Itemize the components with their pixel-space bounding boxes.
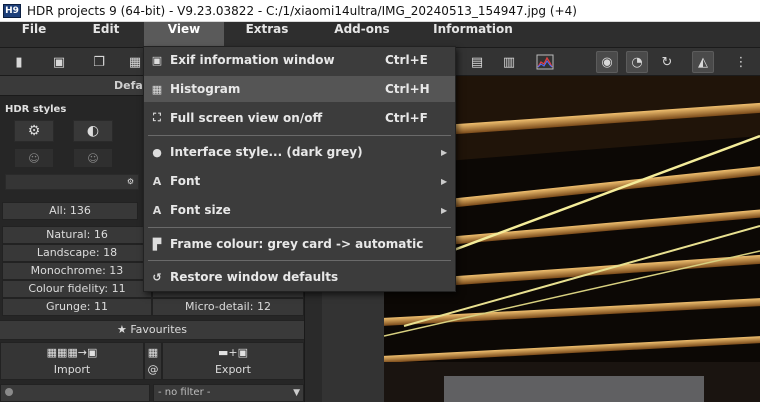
- category-landscape[interactable]: Landscape: 18: [2, 244, 152, 262]
- eye-toggle-icon[interactable]: ◉: [596, 51, 618, 73]
- settings-gears-icon[interactable]: ⚙: [14, 120, 54, 142]
- export-button[interactable]: ▬+▣ Export: [162, 342, 304, 380]
- menu-separator: [148, 135, 451, 136]
- menu-item-interface-style[interactable]: ● Interface style... (dark grey) ▶: [144, 139, 455, 165]
- mirror-icon[interactable]: ◭: [692, 51, 714, 73]
- submenu-arrow-icon: ▶: [441, 147, 448, 157]
- exif-window-icon: ▣: [151, 53, 163, 67]
- title-bar: H9 HDR projects 9 (64-bit) - V9.23.03822…: [0, 0, 760, 22]
- menu-item-fullscreen[interactable]: ⛶ Full screen view on/off Ctrl+F: [144, 105, 455, 131]
- category-micro-detail[interactable]: Micro-detail: 12: [152, 298, 304, 316]
- submenu-arrow-icon: ▶: [441, 205, 448, 215]
- user-icon-2[interactable]: ☺: [73, 148, 113, 168]
- new-file-icon[interactable]: ▮: [8, 51, 30, 73]
- more-icon[interactable]: ⋮: [730, 51, 752, 73]
- menu-item-font-size[interactable]: A Font size ▶: [144, 197, 455, 223]
- style-slider-bar[interactable]: ⚙: [5, 174, 139, 190]
- menu-view[interactable]: View: [144, 22, 224, 48]
- copy-file-icon[interactable]: ❐: [88, 51, 110, 73]
- menu-item-frame-colour[interactable]: ▛ Frame colour: grey card -> automatic: [144, 231, 455, 257]
- grid-small-icon: ▦: [147, 346, 159, 359]
- favourites-button[interactable]: ★ Favourites: [0, 320, 304, 340]
- view-menu-dropdown: ▣ Exif information window Ctrl+E ▦ Histo…: [143, 46, 456, 292]
- histogram-tool-icon[interactable]: [534, 51, 556, 73]
- filter-select[interactable]: - no filter - ▼: [153, 384, 304, 402]
- import-icon: ▦▦▦→▣: [46, 346, 98, 359]
- preview-clock-icon[interactable]: ◔: [626, 51, 648, 73]
- contrast-icon[interactable]: ◐: [73, 120, 113, 142]
- category-grunge[interactable]: Grunge: 11: [2, 298, 152, 316]
- menu-item-font[interactable]: A Font ▶: [144, 168, 455, 194]
- filter-search-field[interactable]: [0, 384, 150, 402]
- font-icon: A: [152, 174, 162, 188]
- gear-small-icon: ⚙: [126, 177, 134, 186]
- app-logo-icon: H9: [3, 3, 21, 18]
- menu-addons[interactable]: Add-ons: [320, 22, 404, 48]
- interface-style-icon: ●: [152, 145, 162, 159]
- menu-separator: [148, 260, 451, 261]
- category-all[interactable]: All: 136: [2, 202, 138, 220]
- menu-item-restore-defaults[interactable]: ↺ Restore window defaults: [144, 264, 455, 290]
- category-colour-fidelity[interactable]: Colour fidelity: 11: [2, 280, 152, 298]
- menu-item-exif-window[interactable]: ▣ Exif information window Ctrl+E: [144, 47, 455, 73]
- submenu-arrow-icon: ▶: [441, 176, 448, 186]
- category-natural[interactable]: Natural: 16: [2, 226, 152, 244]
- chevron-down-icon: ▼: [293, 388, 300, 398]
- compare-icon[interactable]: ▤: [466, 51, 488, 73]
- import-button[interactable]: ▦▦▦→▣ Import: [0, 342, 144, 380]
- document-icon[interactable]: ▥: [498, 51, 520, 73]
- menu-file[interactable]: File: [6, 22, 62, 48]
- export-icon: ▬+▣: [217, 346, 248, 359]
- menu-separator: [148, 227, 451, 228]
- menu-bar: File Edit View Extras Add-ons Informatio…: [0, 22, 760, 48]
- category-monochrome[interactable]: Monochrome: 13: [2, 262, 152, 280]
- restore-icon: ↺: [152, 270, 162, 284]
- menu-extras[interactable]: Extras: [232, 22, 302, 48]
- hdr-styles-label: HDR styles: [5, 104, 67, 115]
- search-dot-icon: [5, 388, 13, 396]
- font-size-icon: A: [152, 203, 162, 217]
- histogram-icon: ▦: [151, 82, 163, 96]
- redo-icon[interactable]: ↻: [656, 51, 678, 73]
- menu-item-histogram[interactable]: ▦ Histogram Ctrl+H: [144, 76, 455, 102]
- window-title: HDR projects 9 (64-bit) - V9.23.03822 - …: [27, 3, 577, 18]
- menu-information[interactable]: Information: [426, 22, 520, 48]
- user-icon-1[interactable]: ☺: [14, 148, 54, 168]
- menu-edit[interactable]: Edit: [76, 22, 136, 48]
- frame-colour-icon: ▛: [152, 237, 162, 251]
- fullscreen-icon: ⛶: [153, 111, 161, 124]
- open-file-icon[interactable]: ▣: [48, 51, 70, 73]
- at-button[interactable]: ▦ @: [144, 342, 162, 380]
